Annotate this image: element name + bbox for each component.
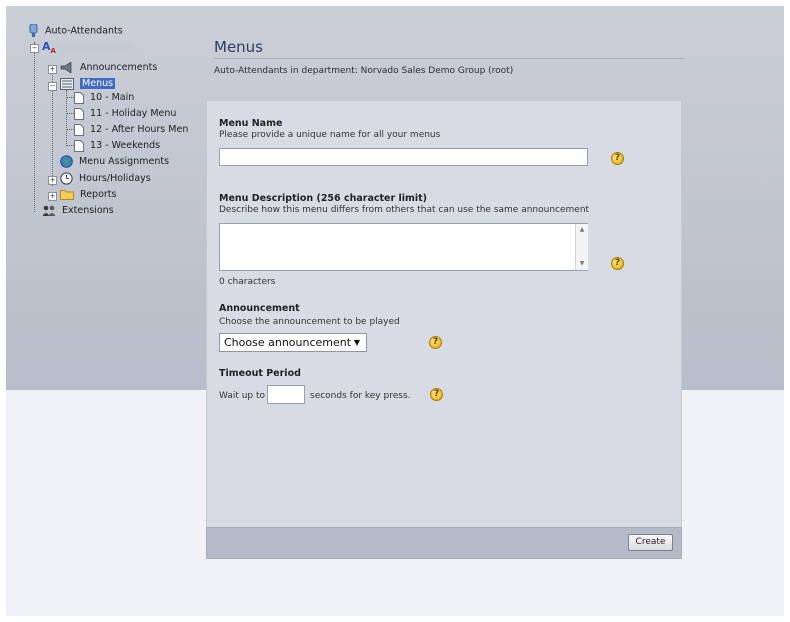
tree-item-label: 12 - After Hours Men	[90, 124, 189, 135]
tree-line	[66, 97, 74, 98]
timeout-prefix: Wait up to	[219, 391, 266, 401]
redacted-department-name	[61, 45, 132, 54]
form-panel: Menu Name Please provide a unique name f…	[206, 100, 682, 528]
tree-item-menu[interactable]: 11 - Holiday Menu	[74, 107, 176, 121]
document-icon	[74, 107, 84, 120]
timeout-label: Timeout Period	[219, 368, 301, 379]
tree-item-menu[interactable]: 10 - Main	[74, 91, 134, 105]
tree-item-menu[interactable]: 13 - Weekends	[74, 139, 160, 153]
tree-item-label: 13 - Weekends	[90, 140, 161, 151]
tree-root[interactable]: Auto-Attendants	[28, 24, 123, 38]
tree-item-label: Reports	[80, 189, 117, 200]
announcement-help-icon[interactable]: ?	[429, 336, 442, 349]
menu-description-label: Menu Description (256 character limit)	[219, 193, 428, 204]
tree-item-label: Menus	[80, 78, 116, 89]
menu-name-description: Please provide a unique name for all you…	[219, 130, 441, 140]
tree-item-reports[interactable]: Reports	[60, 188, 116, 202]
announcement-description: Choose the announcement to be played	[219, 317, 400, 327]
tree-item-menu[interactable]: 12 - After Hours Men	[74, 123, 188, 137]
menu-name-help-icon[interactable]: ?	[611, 152, 624, 165]
tree-item-label: Extensions	[62, 205, 114, 216]
page-subtitle: Auto-Attendants in department: Norvado S…	[214, 66, 514, 76]
page-title: Menus	[214, 38, 263, 56]
timeout-help-icon[interactable]: ?	[430, 388, 443, 401]
menu-description-help-icon[interactable]: ?	[611, 257, 624, 270]
tree-line	[66, 129, 74, 130]
globe-icon	[60, 155, 73, 168]
tree-line	[34, 42, 35, 212]
textarea-scrollbar[interactable]: ▲ ▼	[575, 224, 588, 270]
tree-item-hours-holidays[interactable]: Hours/Holidays	[60, 172, 151, 186]
tree-line	[66, 90, 67, 144]
announcement-label: Announcement	[219, 303, 300, 314]
menus-icon	[60, 77, 74, 90]
tree-line	[66, 145, 74, 146]
tree-item-label: 11 - Holiday Menu	[90, 108, 177, 119]
tree-item-extensions[interactable]: Extensions	[42, 204, 114, 218]
chevron-down-icon: ▼	[353, 338, 360, 347]
tree-item-announcements[interactable]: Announcements	[60, 61, 157, 75]
expander-expand-icon[interactable]: +	[48, 176, 57, 185]
folder-icon	[60, 190, 74, 200]
megaphone-icon	[60, 62, 72, 73]
create-button[interactable]: Create	[628, 534, 673, 551]
clock-icon	[60, 172, 73, 185]
tree-line	[66, 113, 74, 114]
menu-name-input[interactable]	[219, 148, 588, 166]
scroll-up-icon[interactable]: ▲	[576, 224, 588, 236]
document-icon	[74, 123, 84, 136]
tree-item-label: 10 - Main	[90, 92, 135, 103]
tree-item-department[interactable]: AA	[42, 40, 132, 55]
announcement-selected-value: Choose announcement	[224, 336, 352, 349]
tree-item-menu-assignments[interactable]: Menu Assignments	[60, 155, 169, 169]
document-icon	[74, 91, 84, 104]
expander-collapse-icon[interactable]: −	[48, 82, 57, 91]
scroll-down-icon[interactable]: ▼	[576, 258, 588, 270]
announcement-select[interactable]: Choose announcement ▼	[219, 333, 367, 352]
app-frame: Auto-Attendants − AA + Announcements − M…	[6, 6, 784, 616]
department-icon: AA	[42, 40, 56, 56]
title-divider	[214, 58, 684, 59]
tree-root-label: Auto-Attendants	[45, 25, 123, 37]
menu-description-hint: Describe how this menu differs from othe…	[219, 205, 590, 215]
timeout-suffix: seconds for key press.	[310, 391, 411, 401]
auto-attendant-icon	[29, 24, 38, 37]
tree-item-label: Hours/Holidays	[79, 173, 151, 184]
expander-expand-icon[interactable]: +	[48, 192, 57, 201]
character-counter: 0 characters	[219, 277, 276, 287]
users-icon	[42, 205, 56, 216]
tree-item-label: Announcements	[80, 62, 158, 73]
form-footer: Create	[206, 527, 682, 559]
menu-name-label: Menu Name	[219, 118, 283, 129]
document-icon	[74, 139, 84, 152]
tree-item-label: Menu Assignments	[79, 156, 170, 167]
expander-expand-icon[interactable]: +	[48, 65, 57, 74]
timeout-input[interactable]	[267, 385, 305, 404]
expander-collapse-icon[interactable]: −	[30, 44, 39, 53]
tree-item-menus[interactable]: Menus	[60, 77, 116, 91]
menu-description-textarea[interactable]	[219, 223, 588, 271]
